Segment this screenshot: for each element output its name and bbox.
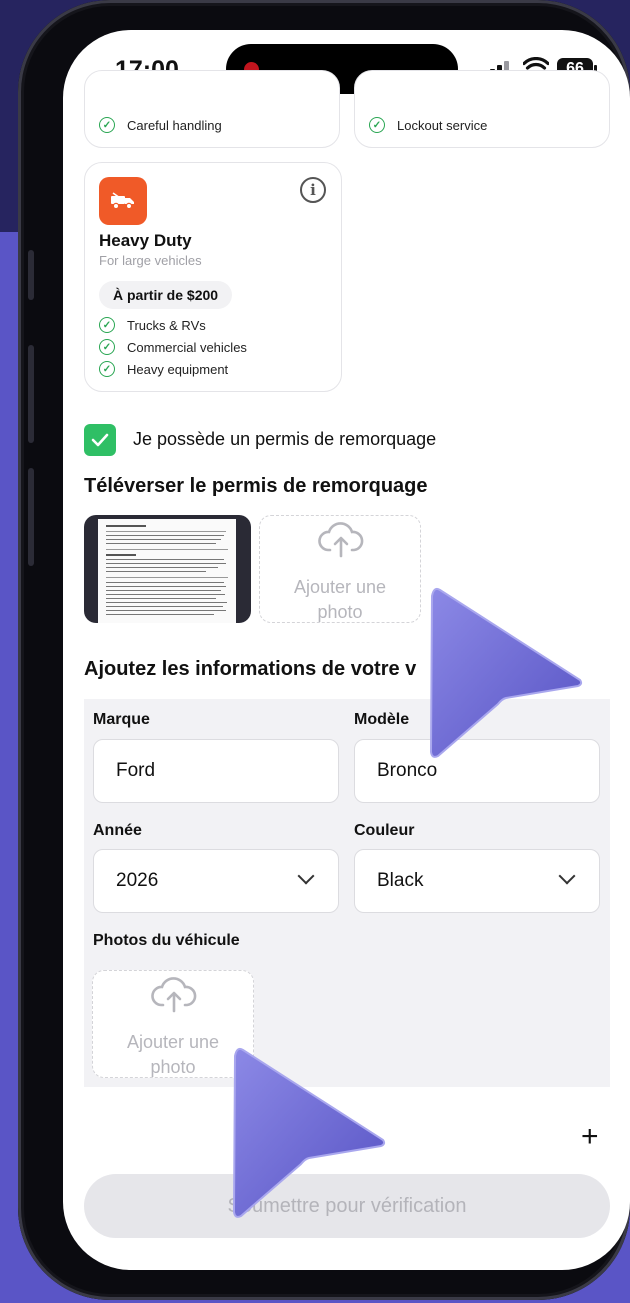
year-select[interactable]: 2026 [93,849,339,913]
service-card-right[interactable]: ✓ Lockout service [354,70,610,148]
color-value: Black [377,870,424,891]
feature-row: ✓ Trucks & RVs [99,317,206,333]
add-photo-label: Ajouter une [293,577,387,597]
brand-label: Marque [93,711,150,728]
feature-label: Lockout service [397,117,488,133]
volume-down-button [28,468,34,566]
tow-truck-icon [99,177,147,225]
feature-row: ✓ Careful handling [99,117,222,133]
feature-row: ✓ Heavy equipment [99,361,228,377]
upload-permit-title: Téléverser le permis de remorquage [84,475,428,497]
price-badge: À partir de $200 [99,281,233,309]
feature-row: ✓ Lockout service [369,117,487,133]
document-page [98,519,236,623]
chevron-down-icon [297,867,315,885]
check-icon: ✓ [99,117,115,133]
vehicle-photos-label: Photos du véhicule [93,932,240,949]
color-label: Couleur [354,822,415,839]
screen: 17:00 66 ✓ Careful handling ✓ L [63,30,630,1270]
year-label: Année [93,822,142,839]
feature-label: Heavy equipment [127,361,229,377]
cloud-upload-icon [151,977,197,1013]
check-icon: ✓ [99,361,115,377]
permit-document-thumbnail[interactable] [84,515,251,623]
action-button [28,250,34,300]
feature-label: Careful handling [127,117,222,133]
phone-frame: 17:00 66 ✓ Careful handling ✓ L [18,0,630,1300]
model-label: Modèle [354,711,410,728]
card-title: Heavy Duty [99,231,192,250]
volume-up-button [28,345,34,443]
add-icon[interactable]: + [581,1120,599,1154]
feature-label: Trucks & RVs [127,317,206,333]
add-photo-label: photo [317,602,363,622]
year-value: 2026 [116,870,159,891]
chevron-down-icon [558,867,576,885]
feature-label: Commercial vehicles [127,339,247,355]
cursor-pointer-icon [429,587,583,758]
card-subtitle: For large vehicles [99,253,202,268]
service-card-left[interactable]: ✓ Careful handling [84,70,340,148]
vehicle-info-title: Ajoutez les informations de votre v [84,658,417,680]
permit-checkbox[interactable] [84,424,116,456]
cloud-upload-icon [318,522,364,558]
check-icon: ✓ [99,317,115,333]
color-select[interactable]: Black [354,849,600,913]
permit-checkbox-label[interactable]: Je possède un permis de remorquage [133,429,436,450]
check-icon: ✓ [369,117,385,133]
heavy-duty-card[interactable]: i Heavy Duty For large vehicles À partir… [84,162,342,392]
brand-input[interactable]: Ford [93,739,339,803]
cursor-pointer-icon [232,1047,386,1218]
feature-row: ✓ Commercial vehicles [99,339,247,355]
check-icon: ✓ [99,339,115,355]
add-permit-photo-button[interactable]: Ajouter une photo [259,515,421,623]
checkmark-icon [91,433,109,447]
info-icon[interactable]: i [300,177,326,203]
